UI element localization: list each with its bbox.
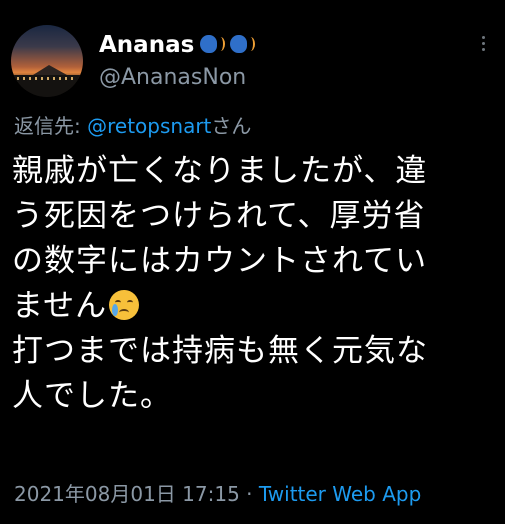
- display-name-text: Ananas: [99, 32, 195, 58]
- reply-to-line: 返信先: @retopsnartさん: [14, 112, 251, 140]
- avatar-mountain: [33, 65, 67, 75]
- author-display-name[interactable]: Ananas: [99, 30, 256, 60]
- tweet-line: 人でした。: [12, 378, 172, 414]
- tweet-line: ません: [12, 288, 108, 324]
- tweet-timestamp[interactable]: 2021年08月01日 17:15: [14, 482, 240, 506]
- tweet-line: 打つまでは持病も無く元気な: [12, 333, 428, 369]
- avatar-city-lights: [17, 77, 77, 80]
- meta-separator: ·: [239, 482, 259, 506]
- reply-mention-link[interactable]: @retopsnart: [87, 114, 211, 138]
- tweet-line: 親戚が亡くなりましたが、違: [12, 153, 428, 189]
- reply-prefix: 返信先:: [14, 114, 88, 138]
- tweet-meta: 2021年08月01日 17:15 · Twitter Web App: [14, 479, 421, 509]
- speaking-head-emoji-icon: [228, 33, 256, 57]
- avatar[interactable]: [11, 25, 83, 97]
- tweet-text: 親戚が亡くなりましたが、違 う死因をつけられて、厚労省 の数字にはカウントされて…: [12, 149, 492, 419]
- author-handle[interactable]: @AnanasNon: [99, 63, 246, 93]
- tweet-line-with-emoji: ません: [12, 284, 492, 329]
- crying-face-emoji-icon: [109, 290, 140, 320]
- tweet-line: の数字にはカウントされてい: [12, 243, 428, 279]
- reply-suffix: さん: [211, 114, 252, 138]
- tweet-source-link[interactable]: Twitter Web App: [259, 482, 421, 506]
- tweet-line: う死因をつけられて、厚労省: [12, 198, 426, 234]
- more-options-icon[interactable]: [478, 36, 488, 51]
- speaking-head-emoji-icon: [198, 33, 226, 57]
